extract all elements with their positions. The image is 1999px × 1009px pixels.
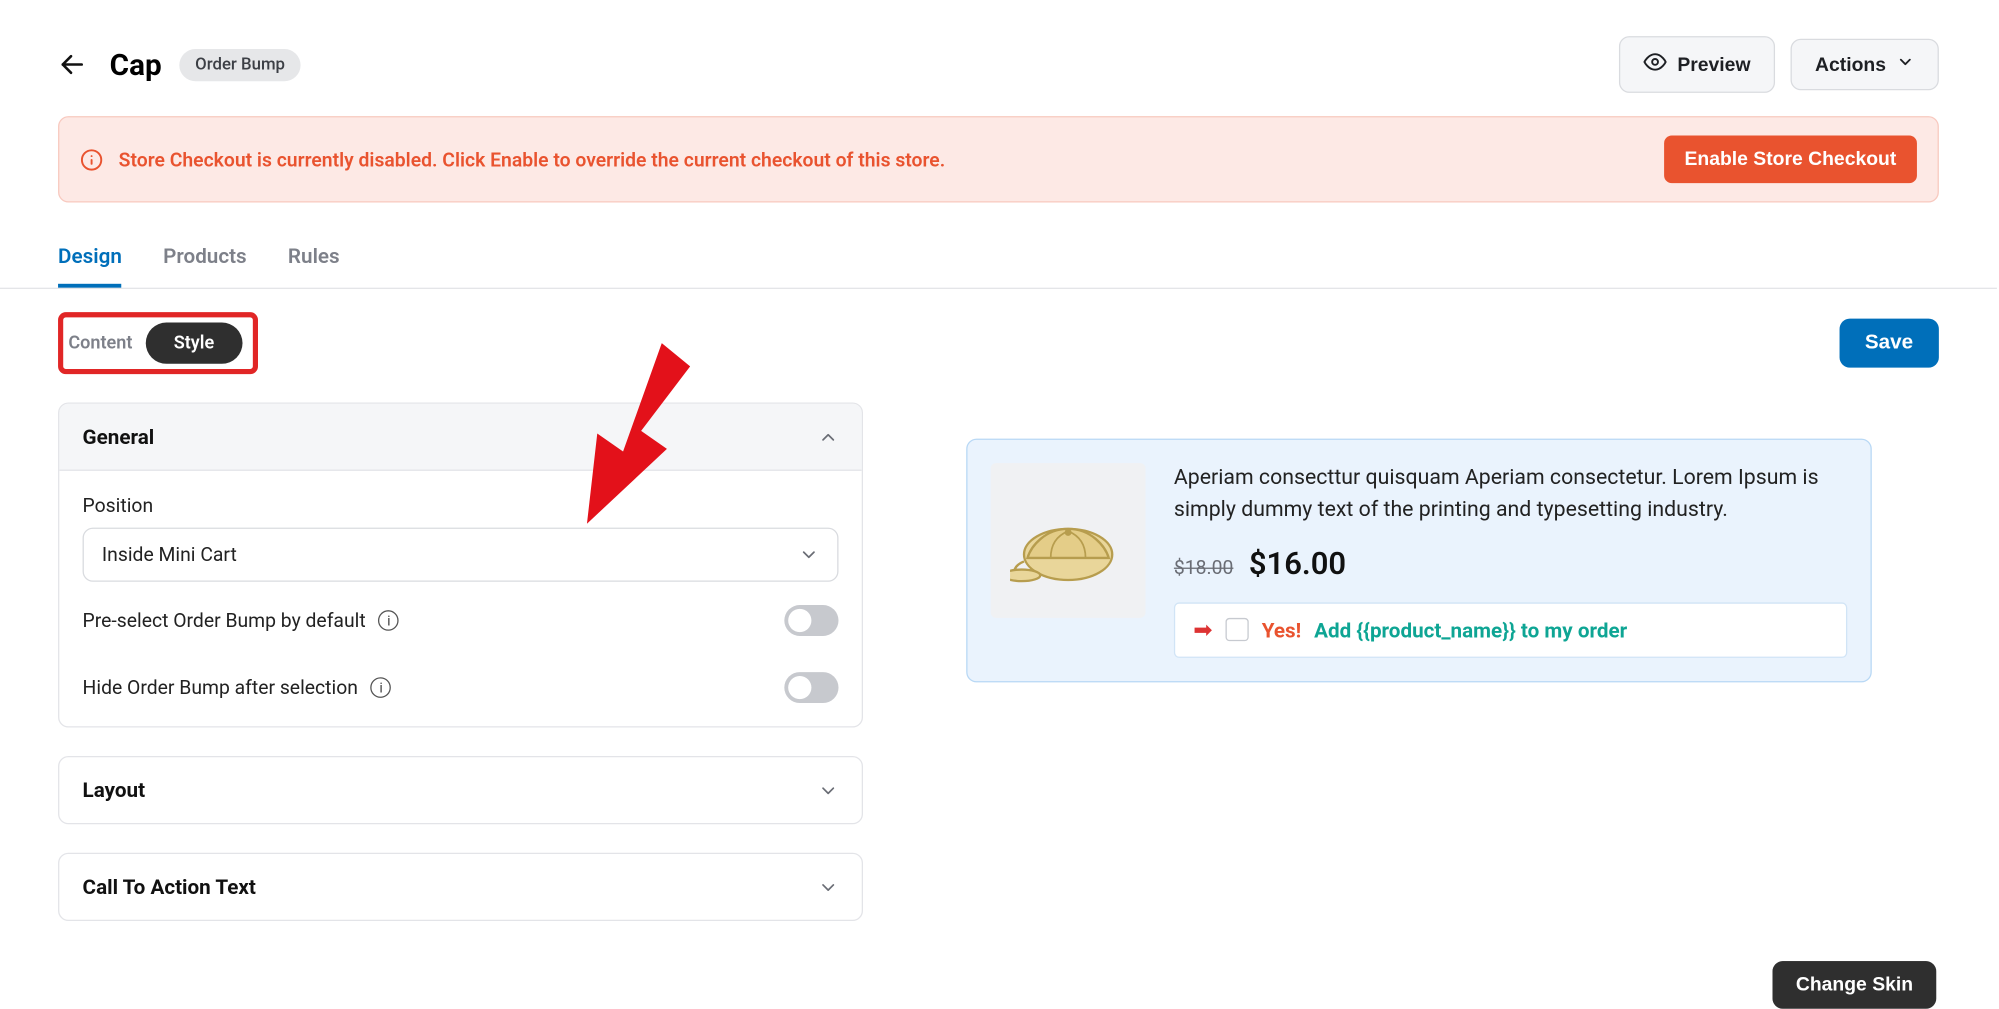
tab-design[interactable]: Design	[58, 231, 122, 288]
hide-after-toggle[interactable]	[784, 672, 838, 703]
panel-general: General Position Inside Mini Cart	[58, 402, 863, 727]
style-segment-highlighted: Content Style	[58, 312, 258, 374]
eye-icon	[1644, 50, 1667, 78]
panel-layout-header[interactable]: Layout	[59, 757, 861, 823]
tab-products[interactable]: Products	[163, 231, 247, 288]
page-title: Cap	[110, 47, 162, 82]
panel-general-header[interactable]: General	[59, 404, 861, 471]
chevron-down-icon	[818, 780, 839, 801]
info-icon[interactable]: i	[371, 677, 392, 698]
chevron-down-icon	[799, 544, 820, 565]
chevron-down-icon	[818, 877, 839, 898]
settings-column: General Position Inside Mini Cart	[58, 402, 863, 949]
segment-style[interactable]: Style	[145, 323, 242, 364]
position-label: Position	[83, 494, 839, 517]
checkout-disabled-alert: Store Checkout is currently disabled. Cl…	[58, 116, 1939, 202]
segment-content[interactable]: Content	[63, 325, 145, 361]
info-icon	[80, 148, 103, 171]
offer-description: Aperiam consecttur quisquam Aperiam cons…	[1174, 463, 1847, 527]
panel-layout: Layout	[58, 756, 863, 824]
order-bump-preview-card: Aperiam consecttur quisquam Aperiam cons…	[966, 439, 1872, 682]
arrow-right-icon: ➡	[1193, 616, 1212, 643]
cta-box[interactable]: ➡ Yes! Add {{product_name}} to my order	[1174, 602, 1847, 657]
preselect-row: Pre-select Order Bump by default i	[83, 582, 839, 636]
preselect-toggle[interactable]	[784, 605, 838, 636]
save-button[interactable]: Save	[1839, 319, 1939, 368]
sale-price: $16.00	[1249, 545, 1346, 581]
type-badge: Order Bump	[180, 48, 301, 80]
product-image-placeholder	[991, 463, 1146, 618]
hide-after-label: Hide Order Bump after selection	[83, 676, 358, 699]
actions-dropdown-button[interactable]: Actions	[1790, 39, 1938, 91]
preselect-label: Pre-select Order Bump by default	[83, 609, 366, 632]
panel-cta-text: Call To Action Text	[58, 853, 863, 921]
design-subheader: Content Style Save	[0, 289, 1997, 382]
alert-text: Store Checkout is currently disabled. Cl…	[119, 148, 1649, 171]
hide-after-row: Hide Order Bump after selection i	[83, 636, 839, 703]
original-price: $18.00	[1174, 555, 1233, 578]
enable-checkout-button[interactable]: Enable Store Checkout	[1664, 135, 1917, 183]
back-arrow-icon[interactable]	[58, 50, 86, 78]
cta-checkbox[interactable]	[1226, 618, 1249, 641]
info-icon[interactable]: i	[379, 610, 400, 631]
preview-button[interactable]: Preview	[1619, 36, 1775, 93]
tab-rules[interactable]: Rules	[288, 231, 340, 288]
main-tabs: Design Products Rules	[0, 231, 1997, 289]
change-skin-button[interactable]: Change Skin	[1773, 961, 1937, 1009]
page-header: Cap Order Bump Preview Actions	[0, 0, 1997, 116]
panel-cta-header[interactable]: Call To Action Text	[59, 854, 861, 920]
chevron-up-icon	[818, 426, 839, 447]
price-row: $18.00 $16.00	[1174, 545, 1847, 581]
preview-column: Aperiam consecttur quisquam Aperiam cons…	[899, 402, 1939, 949]
chevron-down-icon	[1896, 53, 1914, 76]
cta-yes-text: Yes!	[1262, 617, 1301, 642]
position-select[interactable]: Inside Mini Cart	[83, 528, 839, 582]
cta-rest-text: Add {{product_name}} to my order	[1314, 617, 1627, 642]
